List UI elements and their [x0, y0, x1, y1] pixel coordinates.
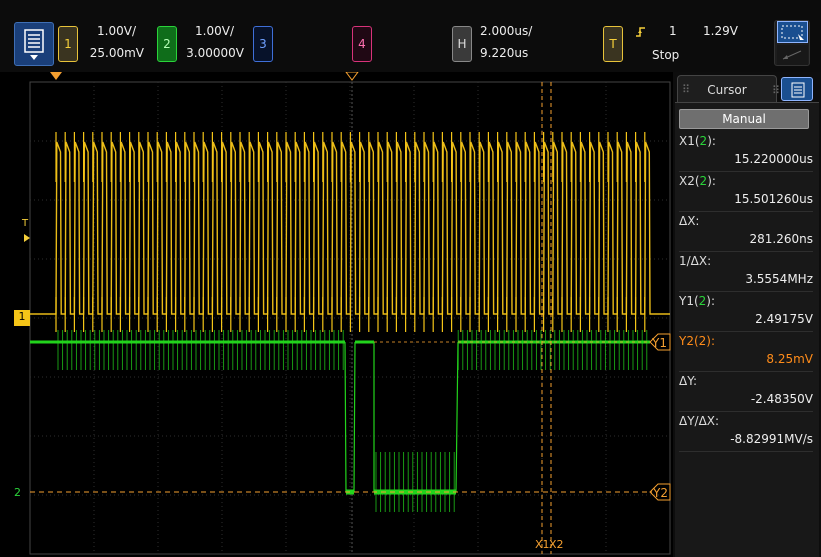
tab-cursor-label: Cursor [707, 82, 747, 97]
readout-label: ΔX: [679, 214, 700, 228]
ch2-offset: 3.00000V [186, 46, 244, 60]
readout-value: 15.501260us [734, 192, 813, 206]
grip-icon: ⠿ [682, 83, 691, 96]
graticule[interactable] [0, 72, 673, 557]
center-marker-icon [345, 72, 359, 81]
cursor-tool-button[interactable] [774, 20, 810, 66]
readout-value: 15.220000us [734, 152, 813, 166]
readout-row[interactable]: Y1(2): 2.49175V [679, 292, 813, 332]
measure-arrows-icon [777, 45, 808, 65]
horizontal-scale: 2.000us/ [480, 24, 533, 38]
readout-label: Y2(2): [679, 334, 716, 348]
cursor-readouts: Manual X1(2): 15.220000us X2(2): 15.501260u… [675, 102, 819, 557]
cursor-panel: ⠿ Cursor ⠿ Manual X1(2): 15.220000us X2(2)… [673, 72, 821, 557]
readout-value: -8.82991MV/s [730, 432, 813, 446]
trigger-source: 1 [669, 24, 677, 38]
readout-label: ΔY: [679, 374, 697, 388]
channel-1-label: 1 [64, 37, 72, 51]
rising-edge-icon [636, 27, 645, 37]
acquisition-status: Stop [652, 48, 680, 62]
trigger-label: T [609, 37, 617, 51]
y2-cursor-label[interactable]: Y2 [653, 486, 668, 500]
channel-4-label: 4 [358, 37, 366, 51]
main-menu-button[interactable] [14, 22, 54, 66]
readout-label: X2(2): [679, 174, 716, 188]
readout-label: 1/ΔX: [679, 254, 712, 268]
ch1-scale: 1.00V/ [97, 24, 136, 38]
menu-icon [24, 29, 44, 60]
readout-row[interactable]: ΔY/ΔX: -8.82991MV/s [679, 412, 813, 452]
channel-3-label: 3 [259, 37, 267, 51]
readout-row[interactable]: ΔY: -2.48350V [679, 372, 813, 412]
ch1-offset: 25.00mV [89, 46, 144, 60]
ch2-ground-marker[interactable]: 2 [14, 486, 21, 499]
readout-label: ΔY/ΔX: [679, 414, 720, 428]
channel-2-button[interactable]: 2 [157, 26, 177, 62]
readout-value: 3.5554MHz [745, 272, 813, 286]
channel-2-label: 2 [163, 37, 171, 51]
ch2-scale: 1.00V/ [195, 24, 234, 38]
list-icon [791, 82, 805, 98]
readout-row[interactable]: 1/ΔX: 3.5554MHz [679, 252, 813, 292]
channel-3-button[interactable]: 3 [253, 26, 273, 62]
horizontal-label: H [457, 37, 467, 51]
waveform-display[interactable]: T 1 2 Y1 Y2 X1 X2 [0, 72, 673, 557]
select-box-icon [777, 21, 808, 43]
delay-marker-icon [50, 72, 62, 80]
x2-cursor-label[interactable]: X2 [549, 538, 564, 551]
trigger-button[interactable]: T [603, 26, 623, 62]
readout-row[interactable]: X2(2): 15.501260us [679, 172, 813, 212]
horizontal-delay: 9.220us [480, 46, 529, 60]
readout-value: 2.49175V [755, 312, 813, 326]
panel-menu-button[interactable] [781, 77, 813, 101]
ch2-edges [344, 341, 459, 493]
trigger-level: 1.29V [703, 24, 738, 38]
channel-4-button[interactable]: 4 [352, 26, 372, 62]
readout-value: 8.25mV [766, 352, 813, 366]
top-status-bar: 1 1.00V/ 25.00mV 2 1.00V/ 3.00000V 3 4 H… [0, 0, 821, 72]
y1-cursor-label[interactable]: Y1 [652, 336, 667, 350]
readout-value: -2.48350V [750, 392, 813, 406]
tab-cursor[interactable]: ⠿ Cursor ⠿ [677, 75, 781, 103]
readout-label: Y1(2): [679, 294, 716, 308]
horizontal-button[interactable]: H [452, 26, 472, 62]
readout-label: X1(2): [679, 134, 716, 148]
x1-cursor-label[interactable]: X1 [535, 538, 550, 551]
cursor-mode-button[interactable]: Manual [679, 109, 809, 129]
trigger-level-marker: T [22, 218, 29, 229]
readout-row[interactable]: Y2(2): 8.25mV [679, 332, 813, 372]
readout-row[interactable]: X1(2): 15.220000us [679, 132, 813, 172]
grip-icon: ⠿ [772, 84, 781, 97]
trigger-arrow-icon [24, 234, 30, 242]
readout-row[interactable]: ΔX: 281.260ns [679, 212, 813, 252]
readout-value: 281.260ns [749, 232, 813, 246]
ch1-ground-marker[interactable]: 1 [14, 310, 30, 326]
ch2-noise [57, 330, 648, 512]
channel-1-button[interactable]: 1 [58, 26, 78, 62]
